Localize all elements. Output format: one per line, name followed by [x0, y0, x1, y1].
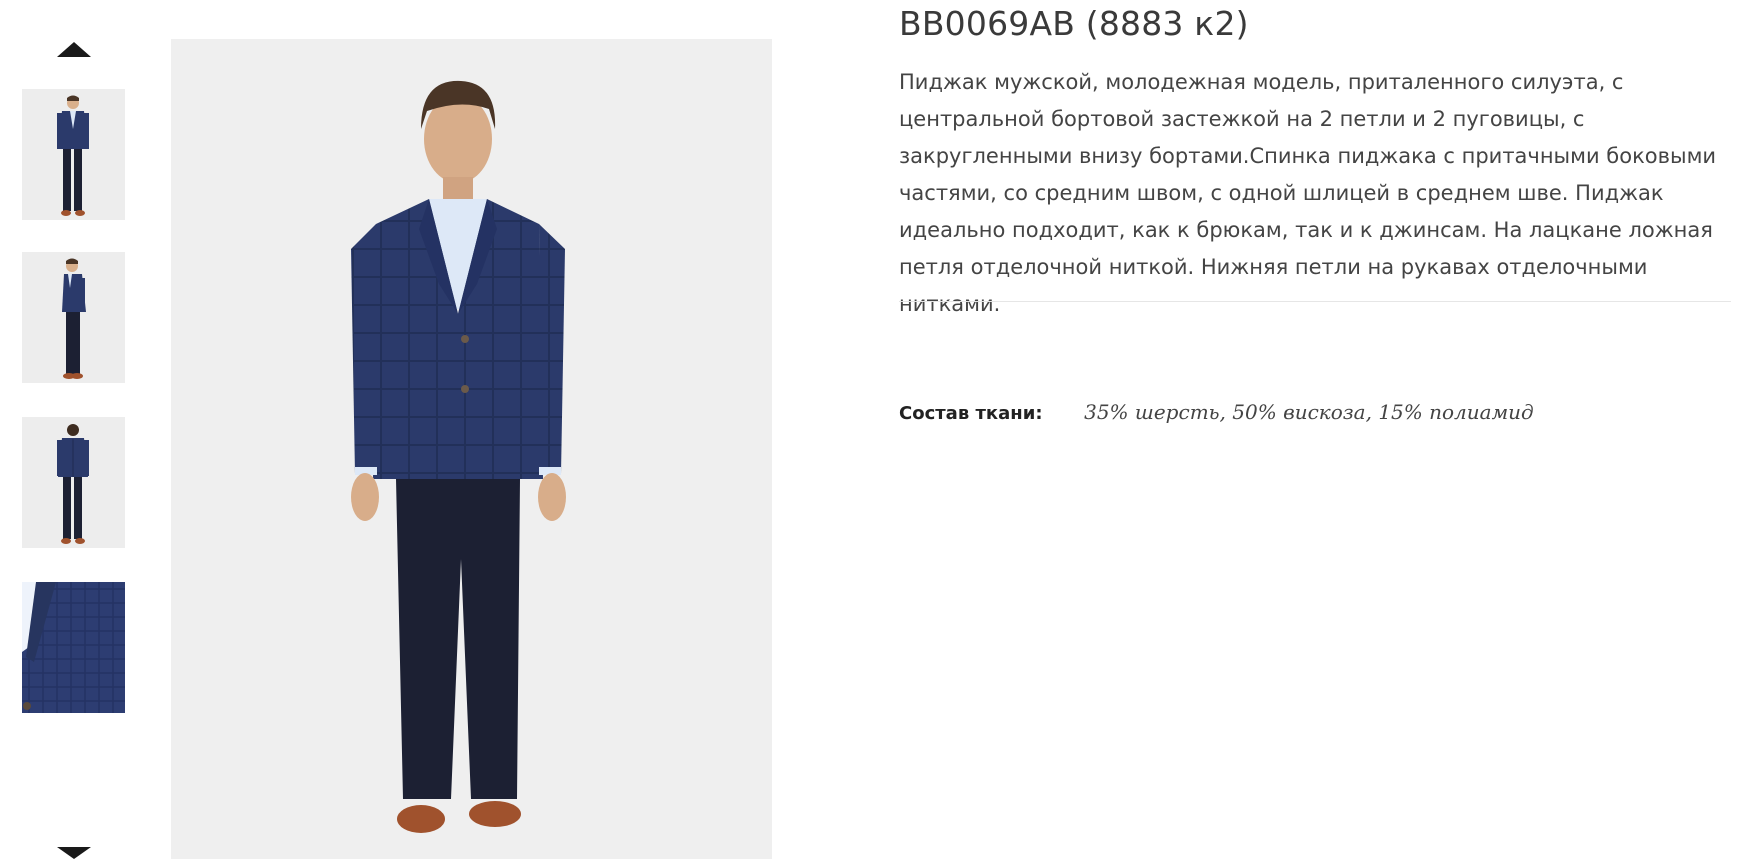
product-title: BB0069AB (8883 к2) [899, 4, 1249, 43]
gallery-next-icon[interactable] [57, 847, 91, 859]
model-back-thumbnail-image [22, 417, 125, 548]
thumbnail-back[interactable] [22, 417, 125, 548]
fabric-closeup-thumbnail-image [22, 582, 125, 713]
thumbnail-gallery [0, 0, 150, 859]
thumbnail-side[interactable] [22, 252, 125, 383]
product-description: Пиджак мужской, молодежная модель, прита… [899, 70, 1717, 316]
model-front-thumbnail-image [22, 89, 125, 220]
model-in-blazer-image [171, 39, 772, 859]
gallery-prev-icon[interactable] [57, 42, 91, 57]
model-side-thumbnail-image [22, 252, 125, 383]
main-product-image[interactable] [171, 39, 772, 859]
thumbnail-front[interactable] [22, 89, 125, 220]
composition-value: 35% шерсть, 50% вискоза, 15% полиамид [1084, 400, 1534, 424]
thumbnail-closeup[interactable] [22, 582, 125, 713]
fabric-composition-row: Состав ткани: 35% шерсть, 50% вискоза, 1… [899, 400, 1731, 424]
divider [899, 301, 1731, 302]
composition-label: Состав ткани: [899, 403, 1043, 424]
